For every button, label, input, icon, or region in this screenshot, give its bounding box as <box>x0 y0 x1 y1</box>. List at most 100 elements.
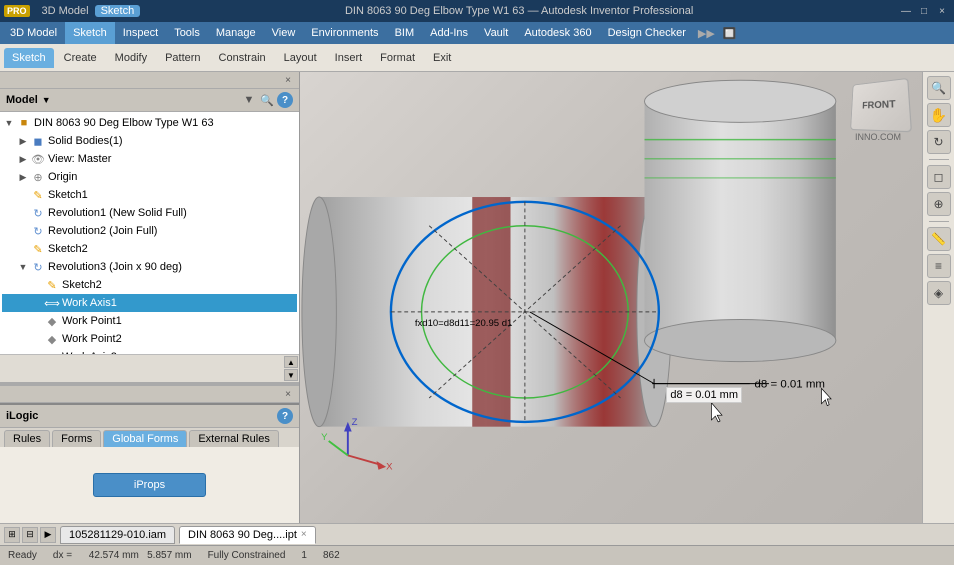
section-button[interactable]: ≡ <box>927 254 951 278</box>
ribbon-tab-format[interactable]: Format <box>372 48 423 68</box>
status-bar: Ready dx = 42.574 mm 5.857 mm Fully Cons… <box>0 545 954 565</box>
model-panel: ▼ ■ DIN 8063 90 Deg Elbow Type W1 63 ▶ ◼… <box>0 112 299 382</box>
pro-badge: PRO <box>4 5 30 17</box>
tree-item-origin[interactable]: ▶ ⊕ Origin <box>2 168 297 186</box>
ribbon-tab-modify[interactable]: Modify <box>107 48 155 68</box>
tree-item-view[interactable]: ▶ 👁 View: Master <box>2 150 297 168</box>
ilogic-tab-externalrules[interactable]: External Rules <box>189 430 279 447</box>
ilogic-tab-rules[interactable]: Rules <box>4 430 50 447</box>
menu-sketch[interactable]: Sketch <box>65 22 115 44</box>
ribbon-tab-pattern[interactable]: Pattern <box>157 48 208 68</box>
model-panel-title: Model <box>6 94 38 106</box>
scroll-up-button[interactable]: ▲ <box>284 356 298 368</box>
doc-icon-home[interactable]: ⊞ <box>4 527 20 543</box>
menu-inspect[interactable]: Inspect <box>115 22 166 44</box>
menu-vault[interactable]: Vault <box>476 22 516 44</box>
zoom-button[interactable]: 🔍 <box>927 76 951 100</box>
tree-item-rev2[interactable]: ↻ Revolution2 (Join Full) <box>2 222 297 240</box>
revolve-icon-3: ↻ <box>30 259 46 275</box>
tree-item-sketch1[interactable]: ✎ Sketch1 <box>2 186 297 204</box>
menu-tools[interactable]: Tools <box>166 22 208 44</box>
ilogic-tab-globalforms[interactable]: Global Forms <box>103 430 187 447</box>
tree-item-rev1[interactable]: ↻ Revolution1 (New Solid Full) <box>2 204 297 222</box>
model-dropdown-icon[interactable]: ▼ <box>42 95 51 105</box>
status-coords: dx = 42.574 mm 5.857 mm <box>53 550 192 561</box>
svg-text:Y: Y <box>321 432 328 443</box>
menu-bim[interactable]: BIM <box>387 22 423 44</box>
status-constraint: Fully Constrained <box>208 550 286 561</box>
model-help-button[interactable]: ? <box>277 92 293 108</box>
tree-item-workpoint2[interactable]: ◆ Work Point2 <box>2 330 297 348</box>
status-count: 1 <box>301 550 307 561</box>
ilogic-tab-forms[interactable]: Forms <box>52 430 101 447</box>
ilogic-help-button[interactable]: ? <box>277 408 293 424</box>
scroll-down-button[interactable]: ▼ <box>284 369 298 381</box>
body-icon: ◼ <box>30 133 46 149</box>
view-button[interactable]: ◻ <box>927 165 951 189</box>
doc-tab-ipt-close[interactable]: × <box>301 529 307 540</box>
tree-item-root[interactable]: ▼ ■ DIN 8063 90 Deg Elbow Type W1 63 <box>2 114 297 132</box>
ribbon-tab-exit[interactable]: Exit <box>425 48 459 68</box>
rotate-button[interactable]: ↻ <box>927 130 951 154</box>
look-at-button[interactable]: ⊕ <box>927 192 951 216</box>
sketch-icon-2b: ✎ <box>44 277 60 293</box>
title-bar-sketch-active[interactable]: Sketch <box>95 5 141 17</box>
doc-tab-ipt[interactable]: DIN 8063 90 Deg....ipt × <box>179 526 316 544</box>
pan-button[interactable]: ✋ <box>927 103 951 127</box>
iprops-button[interactable]: iProps <box>93 473 206 497</box>
svg-text:Z: Z <box>352 417 358 428</box>
tree-label-sketch2a: Sketch2 <box>46 243 88 255</box>
tree-item-workpoint1[interactable]: ◆ Work Point1 <box>2 312 297 330</box>
tree-item-sketch2a[interactable]: ✎ Sketch2 <box>2 240 297 258</box>
tree-item-workaxis1[interactable]: ⟺ Work Axis1 <box>2 294 297 312</box>
minimize-button[interactable]: — <box>898 4 914 18</box>
tree-item-rev3[interactable]: ▼ ↻ Revolution3 (Join x 90 deg) <box>2 258 297 276</box>
tree-item-solid[interactable]: ▶ ◼ Solid Bodies(1) <box>2 132 297 150</box>
viewport[interactable]: d8 = 0.01 mm fxd10=d8d11=20.95 d1 Z X <box>300 72 922 523</box>
close-button[interactable]: × <box>934 4 950 18</box>
expand-root[interactable]: ▼ <box>2 116 16 130</box>
sketch-icon-2a: ✎ <box>30 241 46 257</box>
doc-icon-grid[interactable]: ⊟ <box>22 527 38 543</box>
menu-designchecker[interactable]: Design Checker <box>600 22 694 44</box>
ribbon-tab-insert[interactable]: Insert <box>327 48 371 68</box>
expand-rev2 <box>16 224 30 238</box>
revolve-icon-1: ↻ <box>30 205 46 221</box>
analysis-button[interactable]: ◈ <box>927 281 951 305</box>
measure-button[interactable]: 📏 <box>927 227 951 251</box>
doc-tab-iam-label: 105281129-010.iam <box>69 529 166 541</box>
tree-label-sketch2b: Sketch2 <box>60 279 102 291</box>
expand-solid[interactable]: ▶ <box>16 134 30 148</box>
filter-icon[interactable]: ▼ <box>241 92 257 108</box>
title-bar-3d-menu[interactable]: 3D Model <box>36 5 95 17</box>
model-panel-close[interactable]: × <box>281 73 295 87</box>
viewcube-box[interactable]: FRONT <box>850 78 912 132</box>
expand-rev3[interactable]: ▼ <box>16 260 30 274</box>
menu-3dmodel[interactable]: 3D Model <box>2 22 65 44</box>
menu-view[interactable]: View <box>264 22 304 44</box>
svg-text:fxd10=d8d11=20.95 d1: fxd10=d8d11=20.95 d1 <box>415 318 513 329</box>
point-icon-1: ◆ <box>44 313 60 329</box>
ribbon-tab-sketch[interactable]: Sketch <box>4 48 54 68</box>
tree-item-sketch2b[interactable]: ✎ Sketch2 <box>2 276 297 294</box>
doc-icon-nav[interactable]: ▶ <box>40 527 56 543</box>
menu-autodesk360[interactable]: Autodesk 360 <box>516 22 599 44</box>
ribbon-tab-constrain[interactable]: Constrain <box>211 48 274 68</box>
expand-origin[interactable]: ▶ <box>16 170 30 184</box>
scroll-buttons: ▲ ▼ <box>284 356 298 381</box>
sketch-icon: ✎ <box>30 187 46 203</box>
menu-addins[interactable]: Add-Ins <box>422 22 476 44</box>
ribbon-tab-layout[interactable]: Layout <box>276 48 325 68</box>
ilogic-panel-close[interactable]: × <box>281 387 295 401</box>
doc-tab-iam[interactable]: 105281129-010.iam <box>60 526 175 544</box>
expand-view[interactable]: ▶ <box>16 152 30 166</box>
search-icon[interactable]: 🔍 <box>259 92 275 108</box>
maximize-button[interactable]: □ <box>916 4 932 18</box>
menu-environments[interactable]: Environments <box>303 22 386 44</box>
ilogic-panel: iLogic ? Rules Forms Global Forms Extern… <box>0 403 299 523</box>
menu-manage[interactable]: Manage <box>208 22 264 44</box>
viewcube[interactable]: FRONT INNO.COM <box>842 80 914 142</box>
expand-sketch2b <box>30 278 44 292</box>
tree-label-workaxis1: Work Axis1 <box>60 297 117 309</box>
ribbon-tab-create[interactable]: Create <box>56 48 105 68</box>
